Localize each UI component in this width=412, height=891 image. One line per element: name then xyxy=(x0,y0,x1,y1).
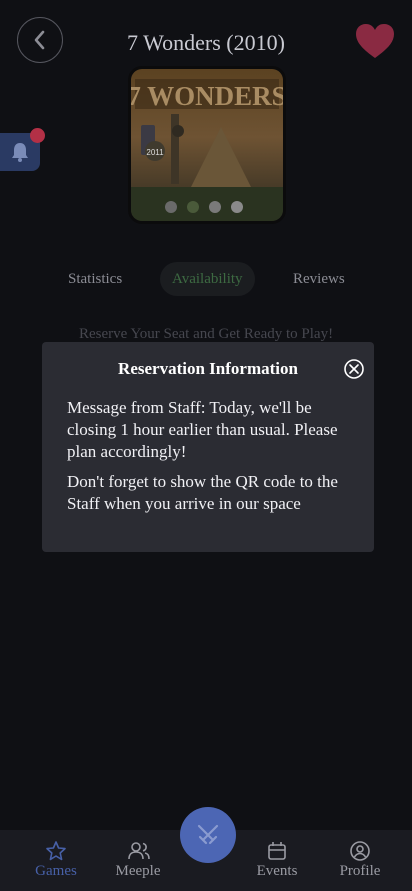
users-icon xyxy=(128,842,150,860)
availability-subtitle: Reserve Your Seat and Get Ready to Play! xyxy=(78,326,334,342)
tab-bar: Statistics Availability Reviews xyxy=(0,262,412,296)
reservation-info-modal: Reservation Information Message from Sta… xyxy=(42,342,374,552)
tab-reviews[interactable]: Reviews xyxy=(293,262,345,296)
qr-reminder: Don't forget to show the QR code to the … xyxy=(67,472,338,513)
tab-statistics[interactable]: Statistics xyxy=(68,262,122,296)
calendar-icon xyxy=(268,842,286,860)
notification-badge xyxy=(30,128,45,143)
bell-icon xyxy=(12,143,28,162)
modal-title: Reservation Information xyxy=(118,359,298,378)
play-fab-button[interactable] xyxy=(180,807,236,863)
tab-availability[interactable]: Availability xyxy=(160,262,255,296)
cover-brand-text: 7 WONDERS xyxy=(131,81,283,111)
close-icon[interactable] xyxy=(343,358,365,380)
nav-meeple[interactable]: Meeple xyxy=(103,830,173,891)
nav-profile[interactable]: Profile xyxy=(325,830,395,891)
user-circle-icon xyxy=(350,841,370,861)
cover-year-badge: 2011 xyxy=(146,148,164,157)
star-icon xyxy=(46,841,66,861)
modal-body: Message from Staff: Today, we'll be clos… xyxy=(67,397,357,523)
favorite-heart-icon[interactable] xyxy=(354,22,396,60)
nav-events[interactable]: Events xyxy=(242,830,312,891)
page-title: 7 Wonders (2010) xyxy=(127,30,285,55)
swords-icon xyxy=(197,824,219,845)
game-cover-image: 7 WONDERS 2011 xyxy=(128,66,286,224)
staff-message: Message from Staff: Today, we'll be clos… xyxy=(67,398,338,461)
nav-games[interactable]: Games xyxy=(21,830,91,891)
